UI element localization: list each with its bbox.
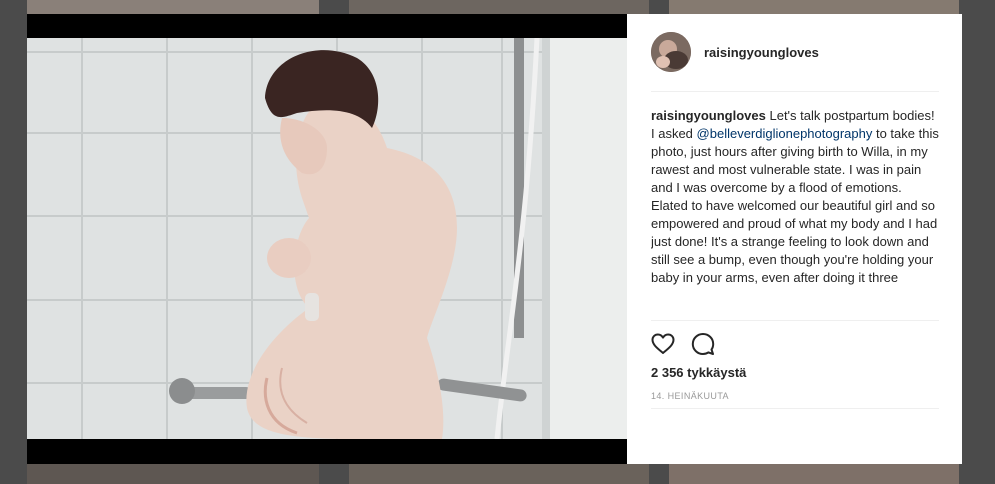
post-media[interactable]: [27, 14, 627, 464]
post-details-panel: raisingyoungloves raisingyoungloves Let'…: [627, 14, 962, 464]
post-modal: raisingyoungloves raisingyoungloves Let'…: [27, 14, 962, 464]
background-thumbnail[interactable]: [27, 0, 319, 14]
header-divider: [651, 91, 939, 92]
background-thumbnail[interactable]: [669, 0, 959, 14]
post-photo: [27, 38, 627, 439]
footer-divider: [651, 408, 939, 409]
background-thumbnail[interactable]: [669, 464, 959, 484]
caption-text-continued: to take this photo, just hours after giv…: [651, 126, 939, 285]
post-username[interactable]: raisingyoungloves: [704, 45, 819, 60]
avatar[interactable]: [651, 32, 691, 72]
post-caption: raisingyoungloves Let's talk postpartum …: [651, 107, 941, 320]
comment-icon[interactable]: [691, 332, 715, 356]
caption-divider: [651, 320, 939, 321]
avatar-image: [651, 32, 691, 72]
likes-count[interactable]: 2 356 tykkäystä: [651, 365, 746, 380]
background-thumbnail[interactable]: [349, 0, 649, 14]
heart-icon[interactable]: [651, 332, 675, 356]
caption-mention-link[interactable]: @belleverdiglionephotography: [697, 126, 873, 141]
post-date[interactable]: 14. HEINÄKUUTA: [651, 391, 729, 401]
background-thumbnail[interactable]: [349, 464, 649, 484]
background-thumbnail[interactable]: [27, 464, 319, 484]
caption-username[interactable]: raisingyoungloves: [651, 108, 766, 123]
post-header: raisingyoungloves: [627, 14, 962, 91]
